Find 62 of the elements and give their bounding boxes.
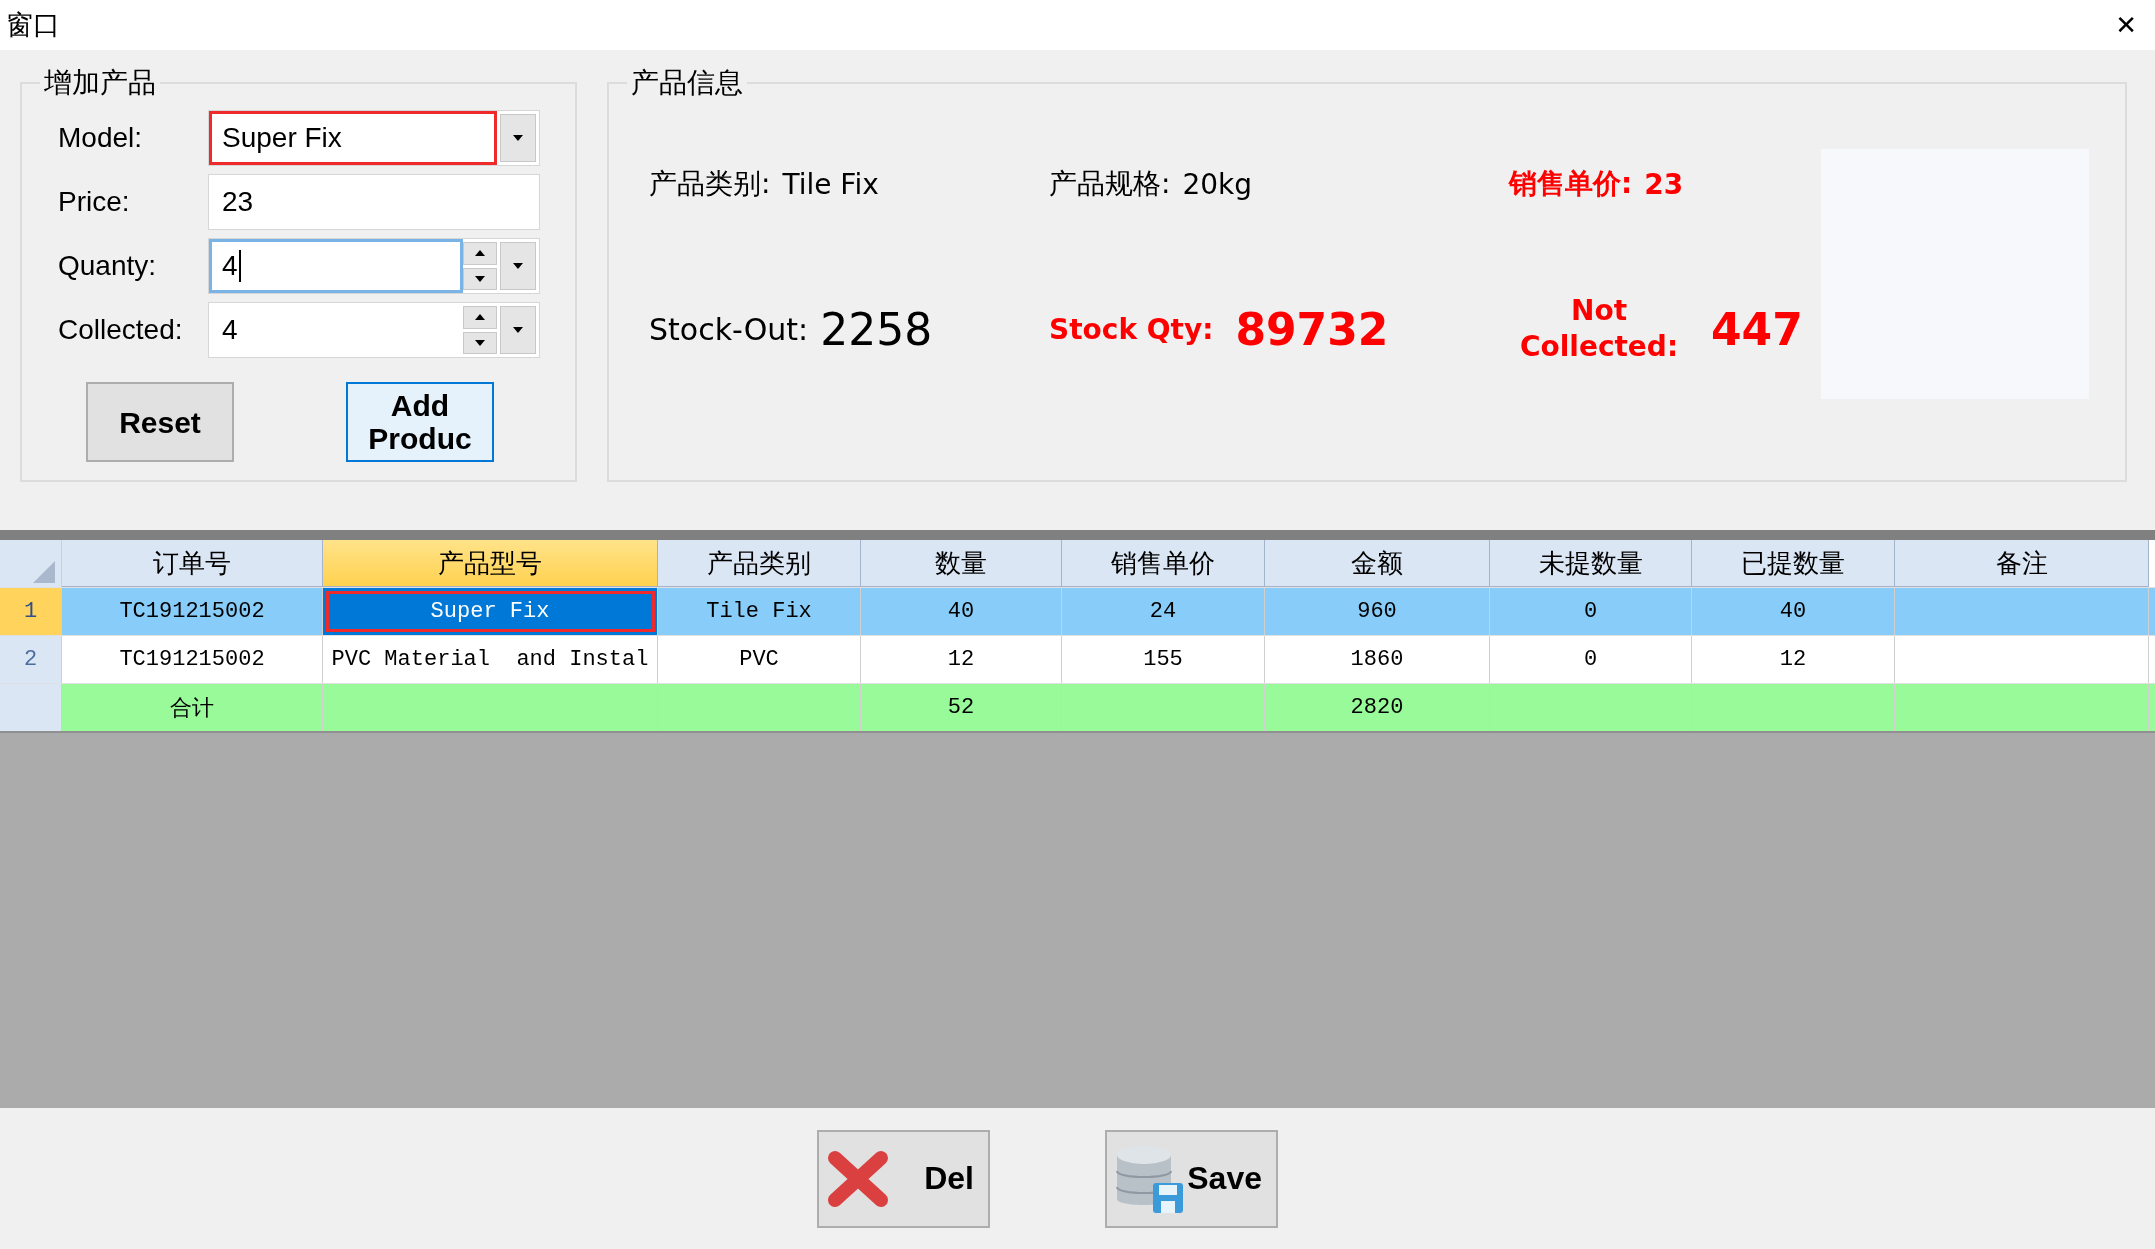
field-label: Price: — [58, 186, 131, 218]
info-label: Stock Qty: — [1049, 312, 1214, 346]
delete-button[interactable]: Del — [817, 1129, 990, 1228]
number-field[interactable]: 4 — [209, 239, 463, 293]
table-cell: 24 — [1062, 588, 1265, 635]
table-cell: 0 — [1490, 588, 1692, 635]
row-header[interactable]: 2 — [0, 636, 62, 683]
cross-icon — [827, 1149, 889, 1208]
down-arrow-icon — [475, 275, 485, 282]
save-button[interactable]: Save — [1105, 1129, 1278, 1228]
column-header[interactable]: 产品型号 — [323, 540, 658, 587]
close-button[interactable]: ✕ — [2111, 10, 2141, 40]
table-cell: 2820 — [1265, 684, 1490, 731]
column-header[interactable]: 销售单价 — [1062, 540, 1265, 587]
row-header[interactable]: 1 — [0, 588, 62, 635]
input-field[interactable]: 23 — [209, 175, 539, 229]
info-label: 产品类别: — [649, 166, 771, 202]
column-header[interactable]: 订单号 — [62, 540, 323, 587]
info-value: Tile Fix — [782, 167, 879, 201]
info-label: Stock-Out: — [649, 311, 809, 347]
table-cell: 合计 — [62, 684, 323, 731]
table-cell: PVC Material and Instal — [323, 636, 658, 683]
column-header[interactable]: 数量 — [861, 540, 1062, 587]
table-cell: 12 — [861, 636, 1062, 683]
table-cell: Tile Fix — [658, 588, 861, 635]
caret-icon — [512, 134, 524, 142]
model-combo[interactable]: Super Fix — [209, 111, 497, 165]
column-header[interactable]: 备注 — [1895, 540, 2149, 587]
table-cell: 40 — [861, 588, 1062, 635]
triangle-icon — [33, 561, 55, 583]
info-value: 2258 — [820, 303, 933, 355]
table-cell: Super Fix — [323, 588, 658, 635]
info-value: 89732 — [1235, 303, 1389, 355]
info-value: 20kg — [1182, 167, 1253, 201]
table-cell: PVC — [658, 636, 861, 683]
info-label: 销售单价: — [1509, 166, 1633, 202]
table-cell: 0 — [1490, 636, 1692, 683]
table-cell: 960 — [1265, 588, 1490, 635]
table-cell: 155 — [1062, 636, 1265, 683]
window-title: 窗口 — [6, 8, 60, 42]
table-cell: 12 — [1692, 636, 1895, 683]
column-header[interactable]: 产品类别 — [658, 540, 861, 587]
form-button[interactable]: Add Produc — [346, 382, 494, 462]
table-cell: 40 — [1692, 588, 1895, 635]
caret-icon — [512, 262, 524, 270]
column-header[interactable]: 金额 — [1265, 540, 1490, 587]
info-value: 23 — [1644, 167, 1684, 201]
column-header[interactable]: 已提数量 — [1692, 540, 1895, 587]
info-label: Not Collected: — [1518, 292, 1680, 365]
spin-down-button[interactable] — [463, 267, 497, 290]
info-value: 447 — [1711, 303, 1803, 355]
table-cell: 1860 — [1265, 636, 1490, 683]
form-button[interactable]: Reset — [86, 382, 234, 462]
info-label: 产品规格: — [1049, 166, 1171, 202]
field-label: Quanty: — [58, 250, 158, 282]
table-cell: 52 — [861, 684, 1062, 731]
field-label: Model: — [58, 122, 144, 154]
table-cell: TC191215002 — [62, 636, 323, 683]
spin-up-button[interactable] — [463, 242, 497, 265]
column-header[interactable]: 未提数量 — [1490, 540, 1692, 587]
field-label: Collected: — [58, 314, 184, 346]
up-arrow-icon — [475, 250, 485, 257]
